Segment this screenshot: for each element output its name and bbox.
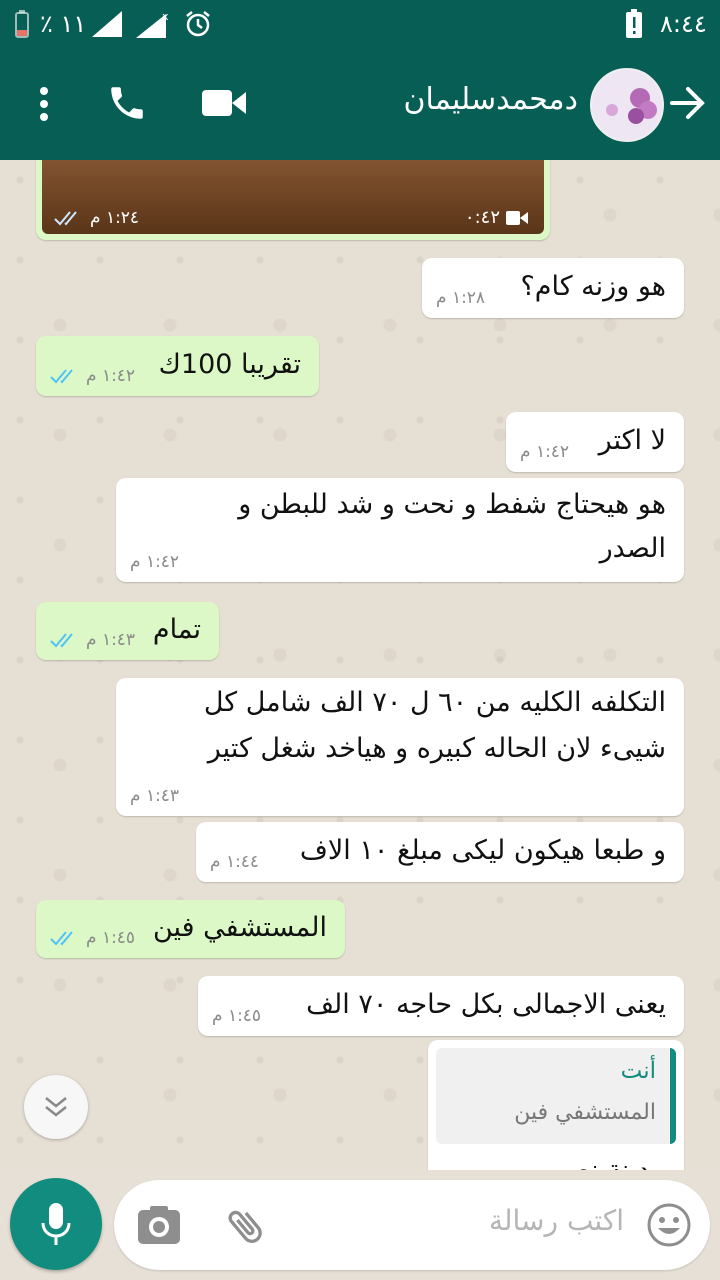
chat-header: دمحمدسليمان (0, 48, 720, 160)
read-ticks-icon (50, 633, 73, 648)
alert-icon (624, 0, 644, 48)
read-ticks-icon (50, 369, 73, 384)
chat-area[interactable]: ١:٢٤ م ٠:٤٢ هو وزنه كام؟ ١:٢٨ م تقريبا 1… (0, 160, 720, 1170)
message-text: و طبعا هيكون ليكى مبلغ ١٠ الاف (299, 835, 666, 866)
message-meta: ١:٤٣ م (130, 786, 179, 806)
phone-icon[interactable] (106, 82, 148, 128)
reply-message[interactable]: أنت المستشفي فين مدينة نصر (428, 1040, 684, 1170)
message-bubble-outgoing[interactable]: تقريبا 100ك ١:٤٢ م (36, 336, 319, 396)
message-bubble-incoming[interactable]: هو هيحتاج شفط و نحت و شد للبطن و الصدر ١… (116, 478, 684, 582)
read-ticks-icon (54, 211, 77, 226)
message-text: لا اكتر (598, 425, 666, 456)
message-bubble-incoming[interactable]: هو وزنه كام؟ ١:٢٨ م (422, 258, 684, 318)
quoted-message[interactable]: أنت المستشفي فين (436, 1048, 676, 1144)
battery-icon (14, 0, 30, 48)
attach-icon[interactable] (224, 1204, 268, 1252)
message-bubble-incoming[interactable]: يعنى الاجمالى بكل حاجه ٧٠ الف ١:٤٥ م (198, 976, 684, 1036)
message-time: ١:٤٤ م (210, 852, 260, 872)
battery-percent: ٪ ١١ (40, 10, 87, 38)
message-bubble-outgoing[interactable]: المستشفي فين ١:٤٥ م (36, 900, 345, 958)
back-arrow-icon[interactable] (670, 86, 706, 124)
message-text: مدينة نصر (553, 1148, 666, 1170)
message-text: تمام (152, 614, 201, 645)
video-meta: ١:٢٤ م (54, 208, 139, 228)
message-time: ١:٤٢ م (130, 552, 180, 572)
message-text: يعنى الاجمالى بكل حاجه ٧٠ الف (306, 989, 666, 1020)
message-input[interactable]: اكتب رسالة (489, 1204, 624, 1237)
mic-button[interactable] (10, 1178, 102, 1270)
quoted-text: المستشفي فين (514, 1100, 656, 1125)
alarm-icon (184, 0, 212, 48)
message-meta: ١:٤٥ م (212, 1006, 261, 1026)
mic-icon (41, 1203, 71, 1245)
message-time: ١:٤٥ م (86, 928, 136, 948)
quoted-author: أنت (620, 1058, 656, 1084)
more-icon[interactable] (30, 86, 58, 126)
message-text: هو وزنه كام؟ (520, 271, 666, 302)
video-icon[interactable] (202, 88, 246, 122)
scroll-down-icon (45, 1097, 67, 1117)
message-text: تقريبا 100ك (158, 349, 301, 380)
message-time: ١:٤٣ م (86, 630, 136, 650)
message-bubble-incoming[interactable]: لا اكتر ١:٤٢ م (506, 412, 684, 472)
message-time: ١:٢٤ م (90, 208, 140, 228)
message-meta: ١:٢٨ م (436, 288, 485, 308)
avatar[interactable] (590, 68, 664, 142)
message-meta: ١:٤٥ م (50, 928, 135, 948)
message-text: شيىء لان الحاله كبيره و هياخد شغل كتير (207, 733, 666, 764)
message-bubble-incoming[interactable]: التكلفه الكليه من ٦٠ ل ٧٠ الف شامل كل شي… (116, 678, 684, 816)
message-time: ١:٤٢ م (86, 366, 136, 386)
message-time: ١:٤٣ م (130, 786, 180, 806)
message-time: ١:٤٥ م (212, 1006, 262, 1026)
message-text: هو هيحتاج شفط و نحت و شد للبطن و (238, 489, 666, 520)
message-meta: ١:٤٢ م (50, 366, 135, 386)
message-bubble-outgoing[interactable]: تمام ١:٤٣ م (36, 602, 219, 660)
message-text: الصدر (599, 533, 666, 564)
message-text: التكلفه الكليه من ٦٠ ل ٧٠ الف شامل كل (203, 687, 666, 718)
svg-text:x: x (162, 10, 169, 23)
camera-icon[interactable] (138, 1206, 180, 1248)
message-text: المستشفي فين (152, 912, 327, 943)
read-ticks-icon (50, 931, 73, 946)
video-message[interactable]: ١:٢٤ م ٠:٤٢ (36, 160, 550, 240)
message-meta: ١:٤٣ م (50, 630, 135, 650)
message-time: ١:٤٢ م (520, 442, 570, 462)
message-meta: ١:٤٢ م (130, 552, 179, 572)
contact-name[interactable]: دمحمدسليمان (403, 82, 578, 117)
message-bubble-incoming[interactable]: و طبعا هيكون ليكى مبلغ ١٠ الاف ١:٤٤ م (196, 822, 684, 882)
message-composer[interactable]: اكتب رسالة (114, 1180, 710, 1270)
signal-icon (92, 0, 122, 48)
scroll-down-button[interactable] (24, 1075, 88, 1139)
emoji-icon[interactable] (646, 1202, 692, 1252)
clock: ٨:٤٤ (660, 10, 707, 38)
message-meta: ١:٤٤ م (210, 852, 259, 872)
message-meta: ١:٤٢ م (520, 442, 569, 462)
message-time: ١:٢٨ م (436, 288, 486, 308)
status-bar: ٪ ١١ x ٨:٤٤ (0, 0, 720, 48)
signal-x-icon: x (136, 0, 170, 48)
video-camera-icon (506, 210, 528, 225)
video-duration: ٠:٤٢ (465, 207, 528, 228)
